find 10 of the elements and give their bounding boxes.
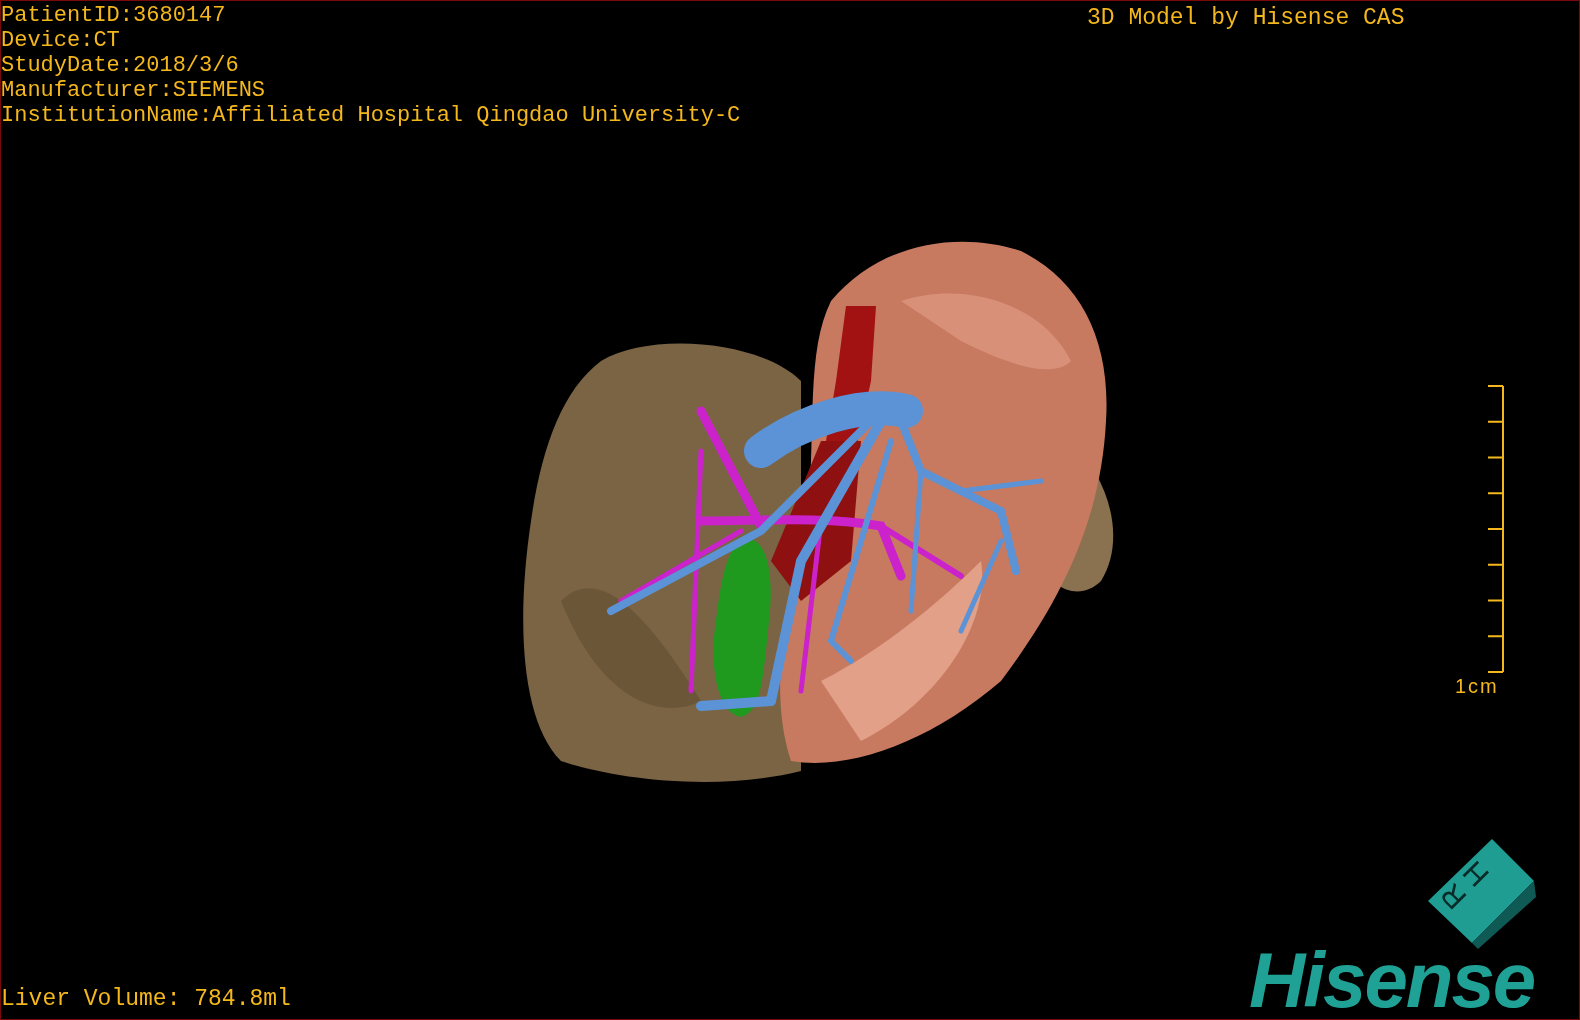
patient-info-text: PatientID:3680147 (1, 3, 227, 28)
orientation-cube: H R (1428, 839, 1538, 949)
model-credit-text: 3D Model by Hisense CAS (1087, 4, 1405, 32)
scale-bar-icon (1485, 385, 1505, 673)
patient-info-text: Device:CT (1, 28, 121, 53)
patient-info-text: Manufacturer:SIEMENS (1, 78, 267, 103)
patient-info-text: InstitutionName:Affiliated Hospital Qingdao University-C (1, 103, 741, 128)
patient-info-text: StudyDate:2018/3/6 (1, 53, 240, 78)
scale-bar-label: 1cm (1455, 674, 1499, 698)
liver-volume-text: Liver Volume: 784.8ml (1, 985, 291, 1013)
